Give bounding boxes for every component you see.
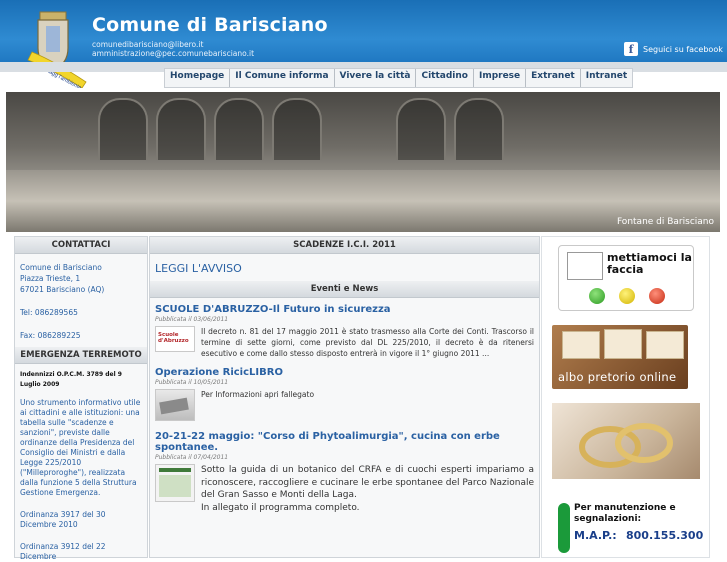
thumb-bar bbox=[159, 468, 191, 472]
banner-arch bbox=[272, 98, 322, 160]
neutral-face-icon bbox=[619, 288, 635, 304]
emergency-text[interactable]: Uno strumento informativo utile ai citta… bbox=[20, 398, 142, 498]
emergency-box: Indennizzi O.P.C.M. 3789 del 9 Luglio 20… bbox=[15, 364, 147, 562]
contact-city: 67021 Barisciano (AQ) bbox=[20, 285, 105, 294]
news-item-paragraph: In allegato il programma completo. bbox=[201, 502, 360, 513]
news-item-title[interactable]: 20-21-22 maggio: "Corso di Phytoalimurgi… bbox=[155, 431, 534, 453]
banner-basin bbox=[6, 170, 720, 232]
nav-imprese[interactable]: Imprese bbox=[474, 69, 527, 87]
mettiamoci-label: mettiamoci la faccia bbox=[607, 251, 692, 276]
facebook-label: Seguici su facebook bbox=[643, 44, 723, 54]
emergency-ordinance-1[interactable]: Ordinanza 3917 del 30 Dicembre 2010 bbox=[20, 510, 142, 530]
news-thumbnail[interactable] bbox=[155, 389, 195, 421]
emergency-title: EMERGENZA TERREMOTO bbox=[15, 347, 147, 364]
rings-box bbox=[552, 403, 700, 479]
banner-image: Fontane di Barisciano bbox=[6, 92, 720, 232]
email-link[interactable]: comunedibarisciano@libero.it bbox=[92, 40, 203, 49]
map-phone: 800.155.300 bbox=[626, 529, 704, 542]
news-item-text: Il decreto n. 81 del 17 maggio 2011 è st… bbox=[201, 327, 534, 358]
municipal-crest-logo[interactable]: IO protagg l'ambiente bbox=[26, 8, 88, 88]
map-label: M.A.P.: bbox=[574, 529, 617, 542]
albo-label: albo pretorio online bbox=[558, 370, 677, 384]
news-item-text: Sotto la guida di un botanico del CRFA e… bbox=[201, 464, 534, 514]
pec-email-link[interactable]: amministrazione@pec.comunebarisciano.it bbox=[92, 49, 254, 58]
contacts-title: CONTATTACI bbox=[15, 237, 147, 254]
nav-homepage[interactable]: Homepage bbox=[165, 69, 231, 87]
contact-tel: Tel: 086289565 bbox=[20, 308, 78, 317]
facebook-icon: f bbox=[624, 42, 638, 56]
site-header: IO protagg l'ambiente Comune di Bariscia… bbox=[0, 0, 727, 88]
news-title: Eventi e News bbox=[150, 281, 539, 298]
banner-arch bbox=[98, 98, 148, 160]
news-item: 20-21-22 maggio: "Corso di Phytoalimurgi… bbox=[150, 431, 539, 514]
banner-arch bbox=[214, 98, 264, 160]
albo-paper bbox=[604, 329, 642, 359]
facebook-link[interactable]: f Seguici su facebook bbox=[624, 42, 723, 56]
albo-paper bbox=[562, 331, 600, 359]
news-item-date: Pubblicata il 07/04/2011 bbox=[155, 454, 229, 461]
albo-box: albo pretorio online bbox=[552, 325, 688, 389]
albo-paper bbox=[646, 331, 684, 359]
news-item: SCUOLE D'ABRUZZO-Il Futuro in sicurezza … bbox=[150, 304, 539, 359]
nav-il-comune-informa[interactable]: Il Comune informa bbox=[230, 69, 335, 87]
scadenze-title: SCADENZE I.C.I. 2011 bbox=[150, 237, 539, 254]
thumb-block bbox=[159, 475, 191, 497]
nav-intranet[interactable]: Intranet bbox=[581, 69, 632, 87]
banner-caption: Fontane di Barisciano bbox=[616, 217, 714, 227]
news-thumbnail[interactable]: Scuole d'Abruzzo bbox=[155, 326, 195, 352]
emergency-subtitle: Indennizzi O.P.C.M. 3789 del 9 Luglio 20… bbox=[20, 371, 122, 388]
main-content: SCADENZE I.C.I. 2011 LEGGI L'AVVISO Even… bbox=[149, 236, 540, 558]
news-item-title[interactable]: Operazione RicicLIBRO bbox=[155, 367, 534, 378]
news-item-date: Pubblicata il 03/06/2011 bbox=[155, 316, 229, 323]
sad-face-icon bbox=[649, 288, 665, 304]
wedding-rings-icon bbox=[579, 423, 673, 468]
thermometer-icon bbox=[558, 503, 570, 553]
manutenzione-title: Per manutenzione e segnalazioni: bbox=[574, 503, 676, 524]
news-item: Operazione RicicLIBRO Pubblicata il 10/0… bbox=[150, 367, 539, 421]
contact-fax: Fax: 086289225 bbox=[20, 331, 81, 340]
mettiamoci-box: mettiamoci la faccia bbox=[558, 245, 694, 311]
nav-vivere-la-citta[interactable]: Vivere la città bbox=[335, 69, 417, 87]
ministry-emblem-icon bbox=[567, 252, 603, 280]
contact-name: Comune di Barisciano bbox=[20, 263, 102, 272]
contacts-box: Comune di Barisciano Piazza Trieste, 1 6… bbox=[15, 254, 147, 341]
thumb-label: Scuole d'Abruzzo bbox=[158, 332, 189, 344]
manutenzione-banner[interactable]: Per manutenzione e segnalazioni: M.A.P.:… bbox=[548, 499, 703, 557]
site-title: Comune di Barisciano bbox=[92, 14, 328, 36]
mettiamoci-la-faccia-banner[interactable]: mettiamoci la faccia bbox=[548, 243, 703, 315]
thumb-books bbox=[159, 397, 189, 415]
wedding-rings-banner[interactable] bbox=[548, 403, 703, 483]
banner-arch bbox=[396, 98, 446, 160]
banner-arch bbox=[156, 98, 206, 160]
manut-box: Per manutenzione e segnalazioni: M.A.P.:… bbox=[552, 499, 704, 557]
albo-pretorio-banner[interactable]: albo pretorio online bbox=[548, 325, 703, 389]
banner-arch bbox=[454, 98, 504, 160]
right-sidebar: mettiamoci la faccia albo pretorio onlin… bbox=[541, 236, 710, 558]
news-item-paragraph: Sotto la guida di un botanico del CRFA e… bbox=[201, 465, 534, 500]
news-item-text: Per Informazioni apri fallegato bbox=[201, 390, 315, 399]
contact-address: Piazza Trieste, 1 bbox=[20, 274, 81, 283]
nav-extranet[interactable]: Extranet bbox=[526, 69, 581, 87]
happy-face-icon bbox=[589, 288, 605, 304]
news-thumbnail[interactable] bbox=[155, 464, 195, 502]
nav-cittadino[interactable]: Cittadino bbox=[416, 69, 474, 87]
news-item-title[interactable]: SCUOLE D'ABRUZZO-Il Futuro in sicurezza bbox=[155, 304, 534, 315]
leggi-avviso-link[interactable]: LEGGI L'AVVISO bbox=[155, 262, 534, 275]
emergency-ordinance-2[interactable]: Ordinanza 3912 del 22 Dicembre bbox=[20, 542, 142, 562]
left-sidebar: CONTATTACI Comune di Barisciano Piazza T… bbox=[14, 236, 148, 561]
news-item-date: Pubblicata il 10/05/2011 bbox=[155, 379, 229, 386]
main-nav: Homepage Il Comune informa Vivere la cit… bbox=[164, 68, 634, 88]
